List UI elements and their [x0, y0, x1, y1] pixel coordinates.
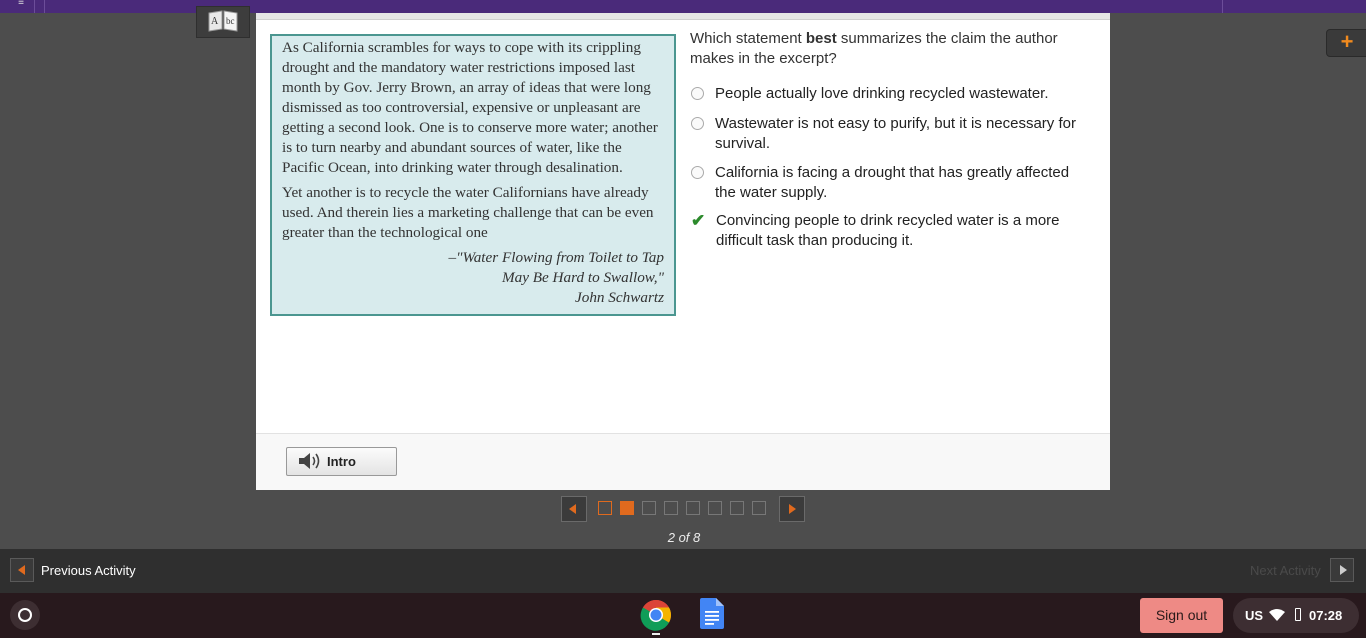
page-3-button[interactable] — [642, 501, 656, 515]
toolbar-divider — [1222, 0, 1223, 13]
clock: 07:28 — [1309, 608, 1343, 623]
page-count: 2 of 8 — [667, 530, 701, 545]
previous-activity-button[interactable] — [10, 558, 34, 582]
radio-icon[interactable] — [691, 117, 704, 130]
answer-option-label: California is facing a drought that has … — [715, 164, 1070, 201]
passage-paragraph: As California scrambles for ways to cope… — [282, 39, 658, 176]
prev-page-button[interactable] — [561, 496, 587, 522]
question-prompt: Which statement best summarizes the clai… — [690, 29, 1090, 69]
page-navigator — [561, 496, 805, 522]
card-header-strip — [256, 13, 1110, 20]
check-icon: ✔ — [691, 211, 706, 230]
plus-icon[interactable]: + — [1326, 29, 1366, 57]
next-activity-label: Next Activity — [1250, 563, 1321, 578]
toolbar-divider — [44, 0, 45, 13]
card-footer: Intro — [256, 433, 1110, 490]
system-tray[interactable]: US 07:28 — [1233, 598, 1359, 633]
page-5-button[interactable] — [686, 501, 700, 515]
citation-author: John Schwartz — [574, 289, 664, 306]
next-activity-button[interactable] — [1330, 558, 1354, 582]
os-shelf: Sign out US 07:28 — [0, 593, 1366, 638]
active-app-indicator — [652, 633, 660, 635]
launcher-icon[interactable] — [10, 600, 40, 630]
page-2-button[interactable] — [620, 501, 634, 515]
chevron-right-icon — [1340, 565, 1347, 575]
menu-icon[interactable]: ≡ — [8, 0, 35, 13]
speaker-icon — [299, 453, 320, 469]
passage-excerpt: As California scrambles for ways to cope… — [270, 34, 676, 316]
dictionary-icon: A bc — [208, 10, 238, 32]
page-1-button[interactable] — [598, 501, 612, 515]
svg-text:A: A — [211, 16, 219, 27]
answer-option-label: People actually love drinking recycled w… — [715, 85, 1049, 102]
answer-option-label: Wastewater is not easy to purify, but it… — [715, 115, 1076, 152]
intro-label: Intro — [327, 454, 356, 469]
chevron-right-icon — [789, 504, 796, 514]
page-7-button[interactable] — [730, 501, 744, 515]
chevron-left-icon — [569, 504, 576, 514]
next-page-button[interactable] — [779, 496, 805, 522]
intro-button[interactable]: Intro — [286, 447, 397, 476]
chevron-left-icon — [18, 565, 25, 575]
sign-out-button[interactable]: Sign out — [1140, 598, 1223, 633]
answer-option-label: Convincing people to drink recycled wate… — [716, 212, 1060, 249]
previous-activity-label[interactable]: Previous Activity — [41, 563, 136, 578]
page-6-button[interactable] — [708, 501, 722, 515]
chrome-icon[interactable] — [640, 599, 672, 631]
activity-card: As California scrambles for ways to cope… — [256, 13, 1110, 490]
citation-line: –"Water Flowing from Toilet to Tap — [448, 249, 664, 266]
passage-citation: –"Water Flowing from Toilet to Tap May B… — [282, 248, 664, 308]
dictionary-button[interactable]: A bc — [196, 6, 250, 38]
language-indicator: US — [1245, 608, 1264, 623]
battery-icon — [1295, 608, 1301, 621]
svg-text:bc: bc — [226, 16, 235, 26]
question-prefix: Which statement — [690, 30, 806, 47]
passage-paragraph: Yet another is to recycle the water Cali… — [282, 184, 654, 241]
page-4-button[interactable] — [664, 501, 678, 515]
wifi-icon — [1269, 609, 1285, 621]
citation-line: May Be Hard to Swallow," — [501, 269, 664, 286]
page-8-button[interactable] — [752, 501, 766, 515]
docs-icon[interactable] — [700, 598, 724, 629]
activity-nav-bar: Previous Activity Next Activity — [0, 549, 1366, 593]
radio-icon[interactable] — [691, 166, 704, 179]
question-emphasis: best — [805, 30, 837, 47]
radio-icon[interactable] — [691, 87, 704, 100]
